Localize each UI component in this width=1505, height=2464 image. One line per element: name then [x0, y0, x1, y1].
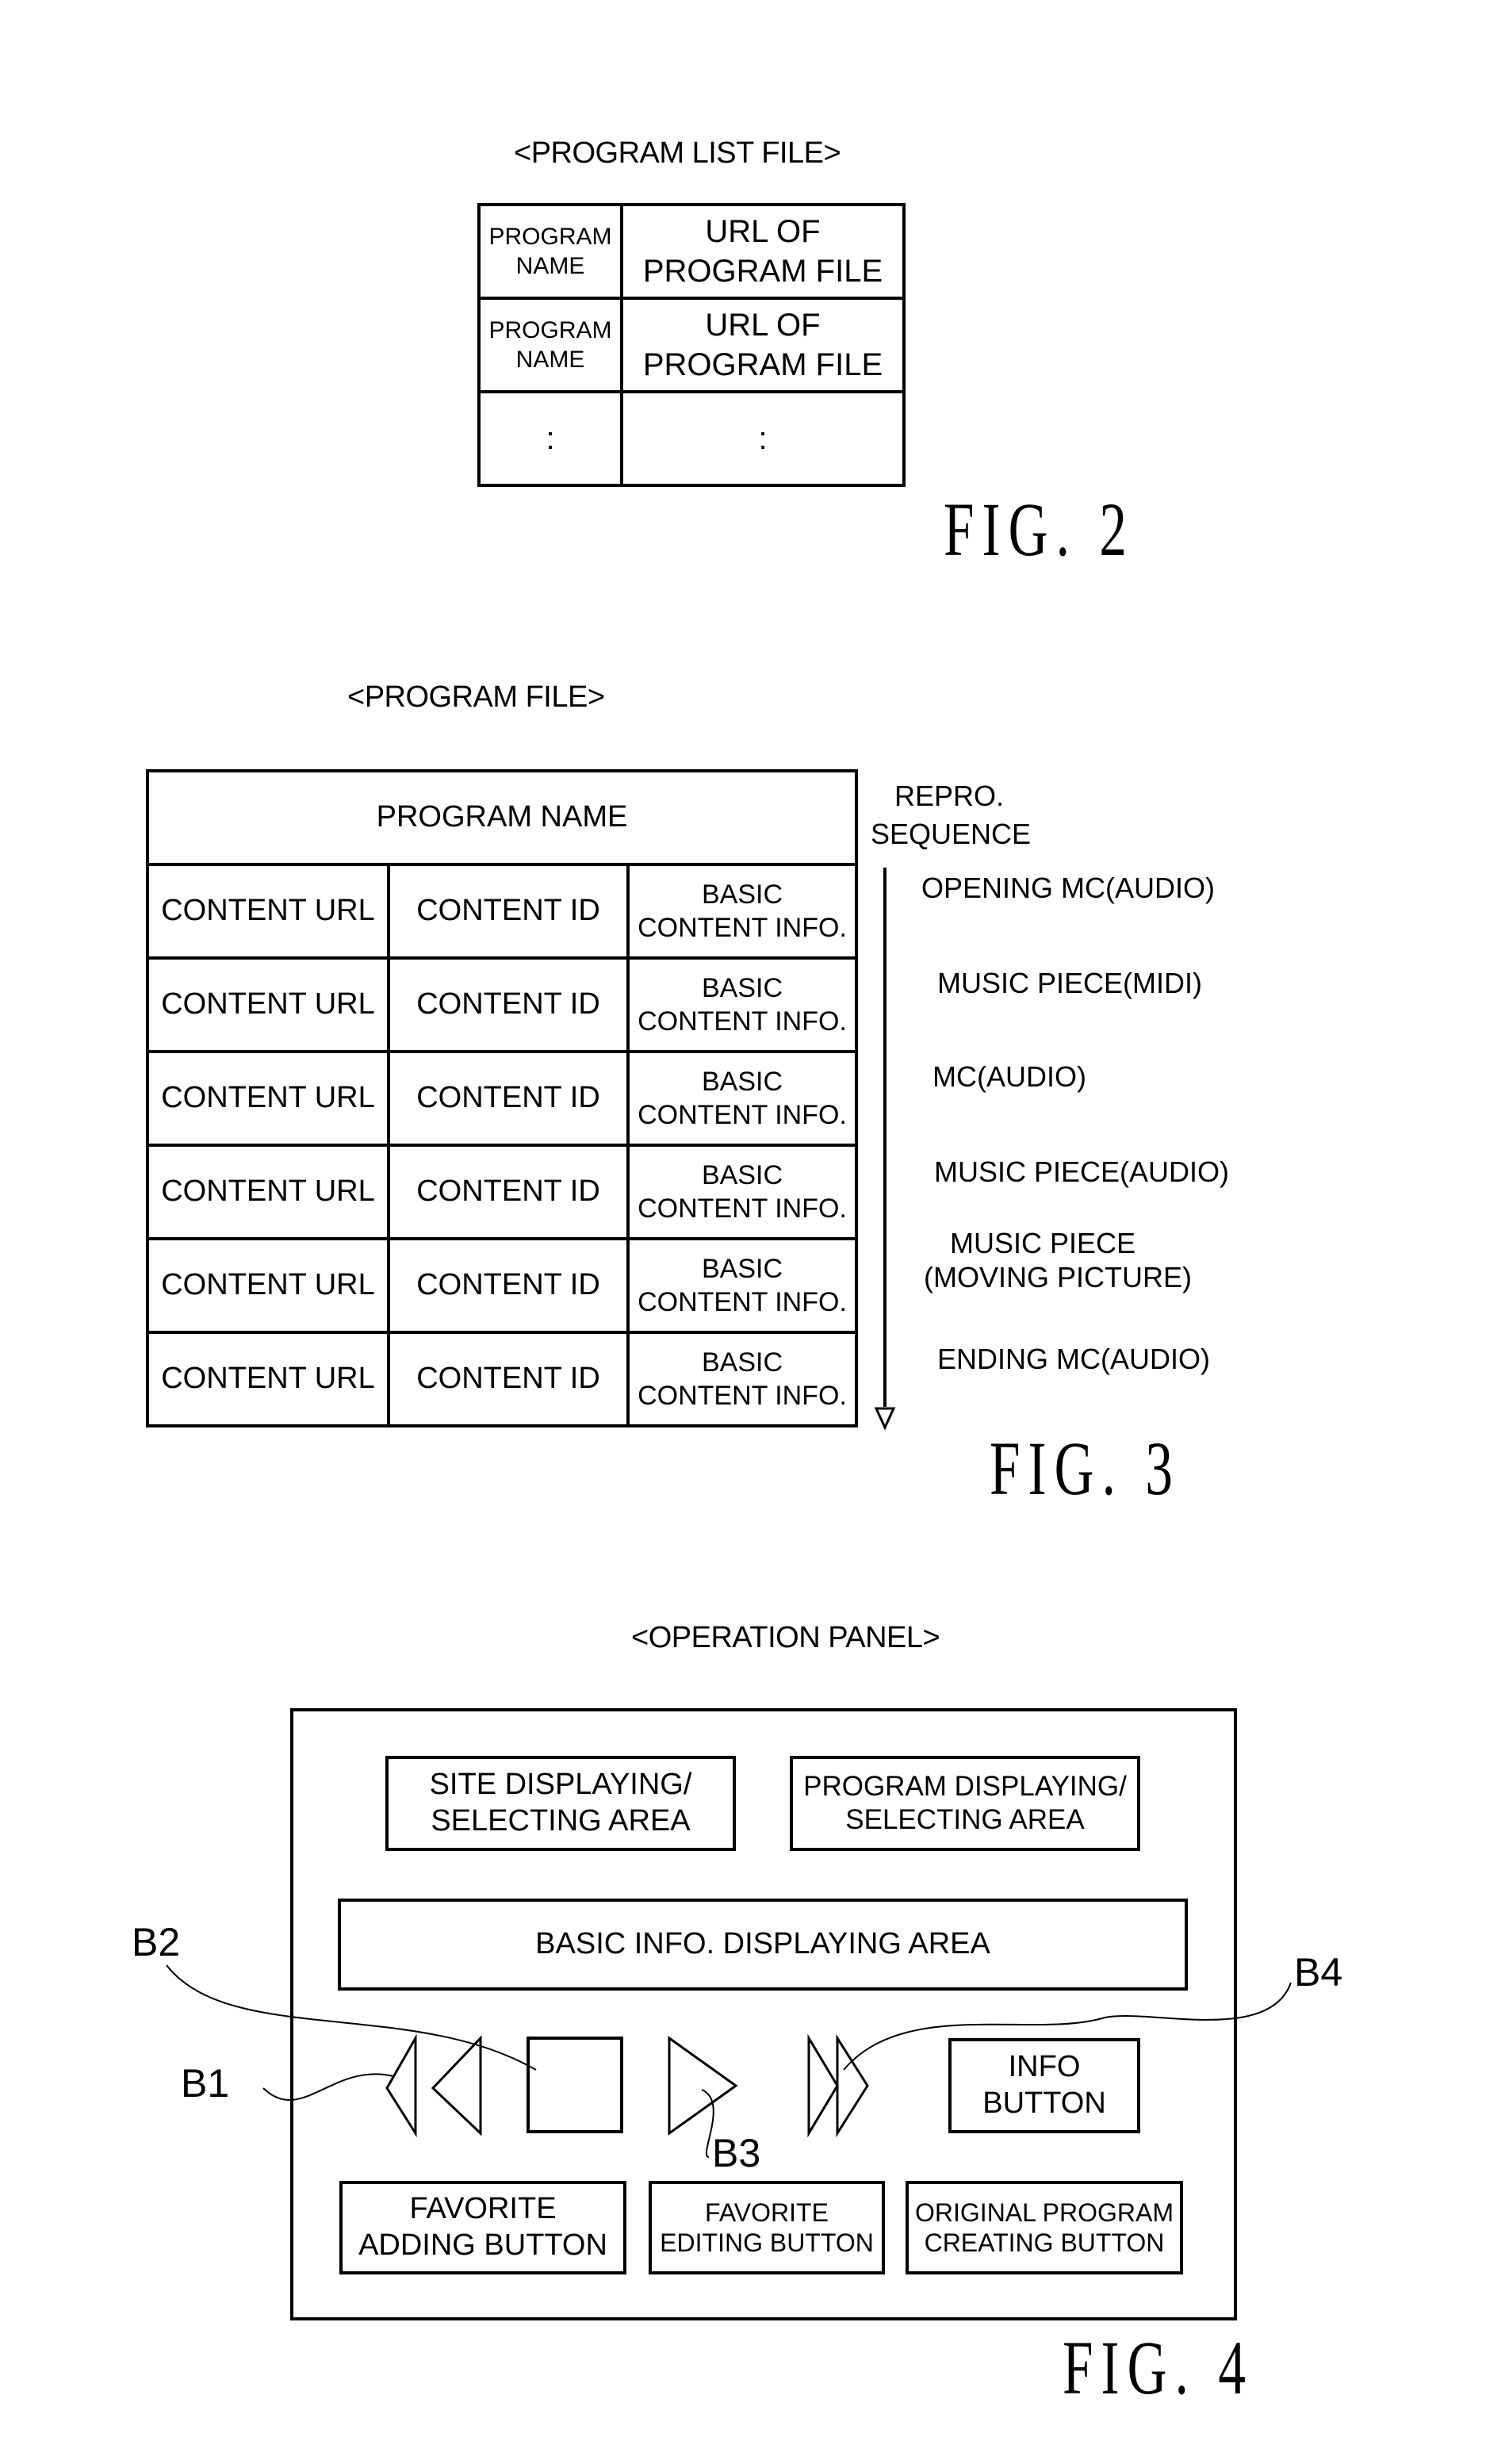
basic-info-line1: BASIC	[701, 1066, 783, 1097]
sequence-item: ENDING MC(AUDIO)	[937, 1343, 1210, 1375]
basic-info-line1: BASIC	[701, 1253, 783, 1284]
ref-label-b4: B4	[1294, 1950, 1343, 1995]
table-row: CONTENT URL CONTENT ID BASIC CONTENT INFO…	[146, 1050, 858, 1147]
content-url-cell: CONTENT URL	[146, 1237, 390, 1334]
basic-content-info-cell: BASIC CONTENT INFO.	[626, 1237, 858, 1334]
program-name-cell: PROGRAM NAME	[477, 203, 623, 300]
table-row: PROGRAM NAME URL OF PROGRAM FILE	[477, 297, 906, 393]
original-program-line1: ORIGINAL PROGRAM	[915, 2198, 1174, 2227]
program-displaying-selecting-area[interactable]: PROGRAM DISPLAYING/SELECTING AREA	[790, 1756, 1140, 1851]
content-url-cell: CONTENT URL	[146, 956, 390, 1053]
basic-info-line1: BASIC	[701, 879, 783, 910]
basic-info-line2: CONTENT INFO.	[638, 1287, 847, 1317]
ellipsis-cell: :	[477, 390, 623, 487]
program-file-url-cell: URL OF PROGRAM FILE	[620, 297, 906, 393]
info-button[interactable]: INFO BUTTON	[948, 2038, 1140, 2133]
basic-info-line1: BASIC	[701, 972, 783, 1003]
original-program-creating-button[interactable]: ORIGINAL PROGRAM CREATING BUTTON	[906, 2181, 1183, 2274]
fig4-caption: <OPERATION PANEL>	[631, 1621, 940, 1654]
fig2-label: FIG. 2	[944, 487, 1135, 572]
favorite-editing-button[interactable]: FAVORITE EDITING BUTTON	[649, 2181, 885, 2274]
content-url-cell: CONTENT URL	[146, 1050, 390, 1147]
repro-title-line1: REPRO.	[894, 780, 1005, 812]
content-url-cell: CONTENT URL	[146, 1144, 390, 1240]
content-id-cell: CONTENT ID	[387, 1144, 630, 1240]
favorite-adding-line2: ADDING BUTTON	[358, 2228, 607, 2262]
program-name-header: PROGRAM NAME	[146, 769, 858, 866]
fig3-caption: <PROGRAM FILE>	[347, 680, 605, 714]
table-row: PROGRAM NAME	[146, 769, 858, 866]
program-area-line2: SELECTING AREA	[845, 1804, 1085, 1835]
sequence-item: MUSIC PIECE(AUDIO)	[934, 1155, 1230, 1188]
favorite-editing-line1: FAVORITE	[705, 2198, 829, 2227]
table-row: CONTENT URL CONTENT ID BASIC CONTENT INFO…	[146, 1237, 858, 1334]
sequence-item: MUSIC PIECE (MOVING PICTURE)	[924, 1226, 1192, 1294]
program-list-table: PROGRAM NAME URL OF PROGRAM FILE PROGRAM…	[477, 203, 906, 487]
table-row: CONTENT URL CONTENT ID BASIC CONTENT INFO…	[146, 863, 858, 960]
content-id-cell: CONTENT ID	[387, 1237, 630, 1334]
info-button-line2: BUTTON	[982, 2087, 1106, 2120]
table-row: PROGRAM NAME URL OF PROGRAM FILE	[477, 203, 906, 300]
original-program-line2: CREATING BUTTON	[924, 2228, 1165, 2257]
site-area-line2: SELECTING AREA	[431, 1804, 691, 1837]
basic-info-line2: CONTENT INFO.	[638, 1100, 847, 1130]
basic-info-line2: CONTENT INFO.	[638, 1194, 847, 1224]
table-row: CONTENT URL CONTENT ID BASIC CONTENT INFO…	[146, 1144, 858, 1240]
basic-info-line2: CONTENT INFO.	[638, 1006, 847, 1037]
table-row: : :	[477, 390, 906, 487]
sequence-item-line2: (MOVING PICTURE)	[924, 1261, 1192, 1294]
basic-info-displaying-area: BASIC INFO. DISPLAYING AREA	[338, 1899, 1188, 1991]
ref-label-b2: B2	[132, 1920, 181, 1964]
content-url-cell: CONTENT URL	[146, 863, 390, 960]
ellipsis-cell: :	[620, 390, 906, 487]
table-row: CONTENT URL CONTENT ID BASIC CONTENT INFO…	[146, 956, 858, 1053]
favorite-adding-line1: FAVORITE	[409, 2192, 557, 2226]
basic-info-area-label: BASIC INFO. DISPLAYING AREA	[535, 1927, 990, 1961]
content-id-cell: CONTENT ID	[387, 1050, 630, 1147]
basic-content-info-cell: BASIC CONTENT INFO.	[626, 1144, 858, 1240]
content-id-cell: CONTENT ID	[387, 1331, 630, 1427]
basic-info-line1: BASIC	[701, 1347, 783, 1378]
program-file-table: PROGRAM NAME CONTENT URL CONTENT ID BASI…	[146, 769, 858, 1427]
table-row: CONTENT URL CONTENT ID BASIC CONTENT INFO…	[146, 1331, 858, 1427]
basic-content-info-cell: BASIC CONTENT INFO.	[626, 956, 858, 1053]
program-area-line1: PROGRAM DISPLAYING/	[803, 1771, 1127, 1802]
program-file-url-cell: URL OF PROGRAM FILE	[620, 203, 906, 300]
basic-info-line2: CONTENT INFO.	[638, 1381, 847, 1411]
program-name-cell: PROGRAM NAME	[477, 297, 623, 393]
favorite-adding-button[interactable]: FAVORITE ADDING BUTTON	[339, 2181, 626, 2274]
sequence-item: MUSIC PIECE(MIDI)	[937, 967, 1203, 999]
content-url-cell: CONTENT URL	[146, 1331, 390, 1427]
fig2-caption: <PROGRAM LIST FILE>	[514, 136, 841, 170]
site-area-line1: SITE DISPLAYING/	[429, 1768, 692, 1802]
content-id-cell: CONTENT ID	[387, 863, 630, 960]
basic-info-line1: BASIC	[701, 1159, 783, 1190]
ref-label-b3: B3	[712, 2131, 761, 2175]
sequence-item: OPENING MC(AUDIO)	[921, 872, 1216, 904]
basic-info-line2: CONTENT INFO.	[638, 913, 847, 943]
repro-title-line2: SEQUENCE	[871, 818, 1032, 850]
basic-content-info-cell: BASIC CONTENT INFO.	[626, 863, 858, 960]
basic-content-info-cell: BASIC CONTENT INFO.	[626, 1331, 858, 1427]
sequence-item-line1: MUSIC PIECE	[949, 1227, 1136, 1259]
basic-content-info-cell: BASIC CONTENT INFO.	[626, 1050, 858, 1147]
site-displaying-selecting-area[interactable]: SITE DISPLAYING/SELECTING AREA	[385, 1756, 736, 1851]
info-button-line1: INFO	[1008, 2050, 1081, 2084]
sequence-item: MC(AUDIO)	[932, 1060, 1086, 1093]
fig4-label: FIG. 4	[1063, 2325, 1254, 2410]
favorite-editing-line2: EDITING BUTTON	[660, 2228, 874, 2257]
ref-label-b1: B1	[181, 2061, 230, 2106]
content-id-cell: CONTENT ID	[387, 956, 630, 1053]
fig3-label: FIG. 3	[990, 1426, 1181, 1511]
sequence-arrow-head	[874, 1407, 896, 1431]
